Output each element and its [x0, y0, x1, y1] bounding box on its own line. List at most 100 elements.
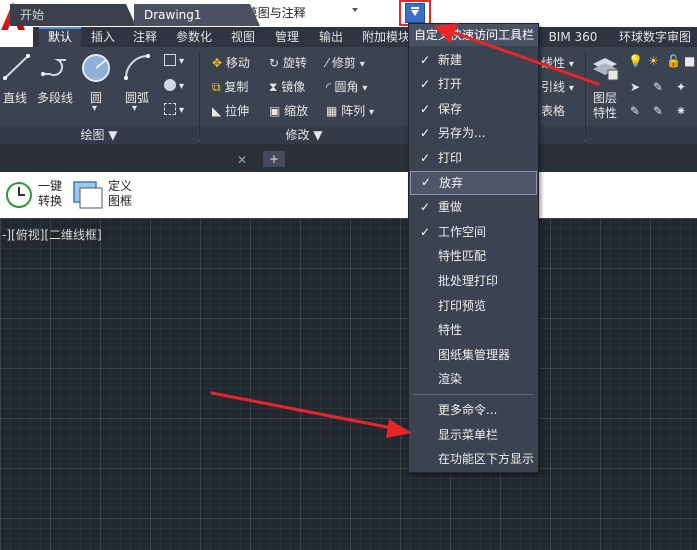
tab-review[interactable]: 环球数字审图	[613, 27, 697, 47]
canvas-grid	[0, 218, 697, 550]
leader-label: 引线	[541, 80, 566, 94]
chevron-down-icon: ▾	[179, 81, 185, 92]
new-tab-button[interactable]: +	[263, 151, 285, 167]
menu-item-sheet-set-manager[interactable]: 图纸集管理器	[410, 343, 537, 367]
tool-strip	[0, 172, 697, 218]
mirror-button[interactable]: ⧗ 镜像	[269, 78, 305, 95]
modify-panel-title[interactable]: 修改 ▼	[200, 126, 408, 144]
menu-item-show-below-ribbon[interactable]: 在功能区下方显示	[410, 447, 537, 471]
menu-item-label: 另存为...	[438, 126, 486, 140]
linetype-button[interactable]: 线性 ▾	[541, 54, 574, 71]
scale-button[interactable]: ▣ 缩放	[269, 102, 308, 119]
layers-panel-title	[586, 126, 697, 144]
menu-item-label: 图纸集管理器	[438, 348, 511, 362]
line-icon	[3, 54, 30, 80]
chevron-down-icon: ▾	[179, 56, 185, 67]
layer-properties-icon	[593, 58, 619, 81]
move-label: 移动	[225, 56, 250, 70]
tab-bim360[interactable]: BIM 360	[543, 27, 603, 47]
define-frame-button[interactable]: 定义 图框	[108, 179, 132, 209]
tab-parametric[interactable]: 参数化	[169, 27, 219, 47]
chevron-down-icon[interactable]: ▾	[92, 103, 97, 114]
chevron-down-icon: ▾	[362, 83, 368, 94]
menu-item-label: 保存	[438, 102, 463, 116]
check-icon: ✓	[420, 102, 431, 116]
sun-icon[interactable]: ☀	[648, 54, 659, 68]
rotate-button[interactable]: ↻ 旋转	[269, 54, 307, 71]
layer-tool-icon[interactable]: ✦	[676, 80, 686, 94]
chevron-down-icon: ▾	[359, 59, 365, 70]
table-button[interactable]: 表格	[541, 102, 565, 119]
menu-item-print[interactable]: ✓ 打印	[410, 146, 537, 170]
chevron-down-icon[interactable]	[352, 8, 358, 12]
layer-tool-icon[interactable]: ✎	[653, 80, 663, 94]
menu-item-undo[interactable]: ✓ 放弃	[410, 171, 537, 195]
stretch-button[interactable]: ◣ 拉伸	[212, 102, 249, 119]
layer-tool-icon[interactable]: ✎	[630, 104, 640, 118]
rectangle-tool-button[interactable]: ▾	[164, 53, 184, 67]
tab-manage[interactable]: 管理	[269, 27, 305, 47]
viewport-controls[interactable]: -][俯视][二维线框]	[2, 226, 102, 243]
arc-icon	[124, 54, 150, 80]
region-icon	[164, 103, 176, 115]
array-button[interactable]: ▦ 阵列 ▾	[326, 102, 374, 119]
menu-item-label: 打印预览	[438, 299, 487, 313]
lock-icon[interactable]: 🔓	[666, 54, 681, 68]
leader-button[interactable]: 引线 ▾	[541, 78, 574, 95]
menu-item-label: 更多命令...	[438, 403, 498, 417]
fillet-button[interactable]: ◜ 圆角 ▾	[326, 78, 367, 95]
tab-output[interactable]: 输出	[313, 27, 349, 47]
menu-item-workspace[interactable]: ✓ 工作空间	[410, 220, 537, 244]
menu-title: 自定义快速访问工具栏	[409, 24, 538, 46]
menu-item-save-as[interactable]: ✓ 另存为...	[410, 121, 537, 145]
menu-item-batch-plot[interactable]: 批处理打印	[410, 269, 537, 293]
tab-addins[interactable]: 附加模块	[357, 27, 415, 47]
lightbulb-icon[interactable]: 💡	[628, 54, 643, 68]
layer-square-icon[interactable]: ■	[684, 54, 695, 68]
menu-item-more-commands[interactable]: 更多命令...	[410, 398, 537, 422]
layer-tool-icon[interactable]: ✎	[653, 104, 663, 118]
tab-view[interactable]: 视图	[225, 27, 261, 47]
one-click-convert-button[interactable]: 一键 转换	[38, 179, 62, 209]
menu-item-properties[interactable]: 特性	[410, 318, 537, 342]
rotate-label: 旋转	[282, 56, 307, 70]
divider	[413, 394, 534, 395]
layer-tool-icon[interactable]: ✷	[676, 104, 686, 118]
layer-properties-line2[interactable]: 特性	[593, 104, 617, 121]
menu-item-plot-preview[interactable]: 打印预览	[410, 294, 537, 318]
line-button[interactable]: 直线	[3, 89, 27, 106]
check-icon: ✓	[420, 77, 431, 91]
one-click-convert-line2: 转换	[38, 194, 63, 208]
file-tab-start[interactable]: 开始	[10, 4, 136, 26]
menu-item-new[interactable]: ✓ 新建	[410, 48, 537, 72]
stretch-icon: ◣	[212, 104, 222, 118]
draw-panel-title[interactable]: 绘图 ▼	[0, 126, 198, 144]
mirror-label: 镜像	[281, 80, 306, 94]
trim-button[interactable]: ⁄ 修剪 ▾	[326, 54, 365, 71]
check-icon: ✓	[421, 175, 432, 189]
define-frame-icon	[73, 181, 103, 209]
menu-item-open[interactable]: ✓ 打开	[410, 72, 537, 96]
table-label: 表格	[541, 104, 566, 118]
menu-item-label: 显示菜单栏	[438, 428, 499, 442]
menu-item-match-properties[interactable]: 特性匹配	[410, 244, 537, 268]
move-button[interactable]: ✥ 移动	[212, 54, 250, 71]
menu-item-show-menubar[interactable]: 显示菜单栏	[410, 423, 537, 447]
file-tab-drawing1[interactable]: Drawing1	[134, 4, 260, 26]
close-icon[interactable]: ✕	[237, 153, 247, 167]
linetype-label: 线性	[541, 56, 566, 70]
layer-tool-icon[interactable]: ➤	[630, 80, 640, 94]
hatch-tool-button[interactable]: ▾	[164, 78, 184, 92]
array-icon: ▦	[326, 104, 338, 118]
menu-item-render[interactable]: 渲染	[410, 367, 537, 391]
tab-insert[interactable]: 插入	[85, 27, 121, 47]
menu-item-redo[interactable]: ✓ 重做	[410, 195, 537, 219]
copy-button[interactable]: ⧉ 复制	[212, 78, 248, 95]
chevron-down-icon[interactable]: ▾	[132, 103, 137, 114]
menu-item-save[interactable]: ✓ 保存	[410, 97, 537, 121]
one-click-convert-line1: 一键	[38, 179, 63, 193]
polyline-button[interactable]: 多段线	[37, 89, 73, 106]
tab-default[interactable]: 默认	[39, 27, 81, 47]
tab-annotate[interactable]: 注释	[127, 27, 163, 47]
region-tool-button[interactable]: ▾	[164, 102, 184, 116]
